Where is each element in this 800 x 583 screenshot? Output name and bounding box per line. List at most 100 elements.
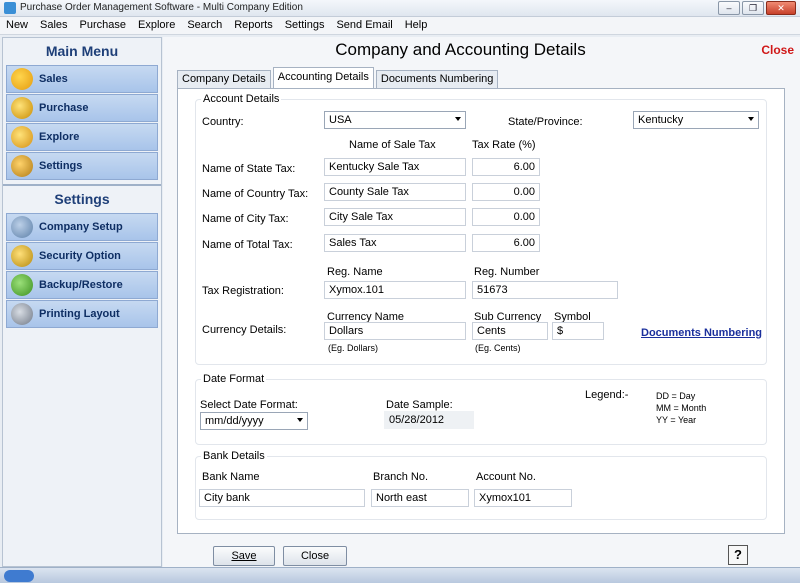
symbol-input[interactable]: $: [552, 322, 604, 340]
bank-details-group: [195, 456, 767, 520]
tax-rate-header: Tax Rate (%): [472, 139, 536, 151]
bank-name-input[interactable]: City bank: [199, 489, 365, 507]
tab-documents-numbering[interactable]: Documents Numbering: [375, 70, 499, 88]
state-tax-label: Name of State Tax:: [202, 163, 296, 175]
main-menu-title: Main Menu: [45, 43, 119, 59]
country-tax-label: Name of Country Tax:: [202, 188, 309, 200]
start-button[interactable]: [4, 570, 34, 582]
sidebar-item-label: Printing Layout: [39, 308, 120, 320]
state-value: Kentucky: [638, 114, 684, 126]
sub-currency-input[interactable]: Cents: [472, 322, 548, 340]
reg-number-input[interactable]: 51673: [472, 281, 618, 299]
date-sample-label: Date Sample:: [386, 399, 453, 411]
sidebar-item-company-setup[interactable]: Company Setup: [6, 213, 158, 241]
chevron-down-icon: [297, 418, 303, 422]
tax-registration-label: Tax Registration:: [202, 285, 284, 297]
date-format-title: Date Format: [201, 373, 267, 385]
chevron-down-icon: [455, 117, 461, 121]
menu-new[interactable]: New: [0, 17, 34, 34]
gear-icon: [11, 155, 33, 177]
reg-name-input[interactable]: Xymox.101: [324, 281, 466, 299]
currency-details-label: Currency Details:: [202, 324, 287, 336]
sidebar-item-label: Security Option: [39, 250, 121, 262]
accounting-panel: Account Details Country: USA State/Provi…: [177, 88, 785, 534]
save-button[interactable]: Save: [213, 546, 275, 566]
branch-no-label: Branch No.: [373, 471, 429, 483]
branch-no-input[interactable]: North east: [371, 489, 469, 507]
country-select[interactable]: USA: [324, 111, 466, 129]
chart-icon: [11, 68, 33, 90]
taskbar: [0, 567, 800, 583]
sidebar-item-label: Explore: [39, 131, 80, 143]
sidebar-item-backup-restore[interactable]: Backup/Restore: [6, 271, 158, 299]
sub-currency-hint: (Eg. Cents): [475, 343, 521, 353]
sidebar-item-label: Backup/Restore: [39, 279, 123, 291]
sidebar-item-settings[interactable]: Settings: [6, 152, 158, 180]
bank-name-label: Bank Name: [202, 471, 260, 483]
help-icon[interactable]: ?: [728, 545, 748, 565]
sidebar-item-printing-layout[interactable]: Printing Layout: [6, 300, 158, 328]
state-tax-name-input[interactable]: Kentucky Sale Tax: [324, 158, 466, 176]
total-tax-rate-input[interactable]: 6.00: [472, 234, 540, 252]
menu-search[interactable]: Search: [181, 17, 228, 34]
select-date-format-label: Select Date Format:: [200, 399, 298, 411]
account-no-label: Account No.: [476, 471, 536, 483]
legend-label: Legend:-: [585, 389, 629, 401]
country-value: USA: [329, 114, 352, 126]
reg-name-header: Reg. Name: [327, 266, 383, 278]
country-label: Country:: [202, 116, 244, 128]
coins-icon: [11, 97, 33, 119]
menu-purchase[interactable]: Purchase: [74, 17, 132, 34]
lock-icon: [11, 245, 33, 267]
sale-tax-name-header: Name of Sale Tax: [349, 139, 436, 151]
menu-explore[interactable]: Explore: [132, 17, 181, 34]
printer-icon: [11, 303, 33, 325]
tab-accounting-details[interactable]: Accounting Details: [272, 67, 374, 88]
sidebar-item-sales[interactable]: Sales: [6, 65, 158, 93]
page-title: Company and Accounting Details: [335, 40, 586, 59]
sidebar-item-explore[interactable]: Explore: [6, 123, 158, 151]
sidebar-item-label: Purchase: [39, 102, 89, 114]
documents-numbering-link[interactable]: Documents Numbering: [641, 327, 762, 339]
bank-details-title: Bank Details: [201, 450, 267, 462]
tab-company-details[interactable]: Company Details: [177, 70, 271, 88]
sidebar-item-security-option[interactable]: Security Option: [6, 242, 158, 270]
minimize-button[interactable]: –: [718, 1, 740, 15]
city-tax-label: Name of City Tax:: [202, 213, 289, 225]
country-tax-name-input[interactable]: County Sale Tax: [324, 183, 466, 201]
state-label: State/Province:: [508, 116, 583, 128]
state-select[interactable]: Kentucky: [633, 111, 759, 129]
explore-icon: [11, 126, 33, 148]
title-bar: Purchase Order Management Software - Mul…: [0, 0, 800, 17]
sidebar-item-purchase[interactable]: Purchase: [6, 94, 158, 122]
menu-reports[interactable]: Reports: [228, 17, 279, 34]
maximize-button[interactable]: ❐: [742, 1, 764, 15]
currency-name-input[interactable]: Dollars: [324, 322, 466, 340]
window-close-button[interactable]: ✕: [766, 1, 796, 15]
window-title: Purchase Order Management Software - Mul…: [20, 2, 303, 13]
city-tax-rate-input[interactable]: 0.00: [472, 208, 540, 226]
backup-icon: [11, 274, 33, 296]
menu-help[interactable]: Help: [399, 17, 434, 34]
tab-bar: Company Details Accounting Details Docum…: [177, 67, 500, 88]
company-icon: [11, 216, 33, 238]
state-tax-rate-input[interactable]: 6.00: [472, 158, 540, 176]
menu-bar: New Sales Purchase Explore Search Report…: [0, 17, 800, 35]
account-no-input[interactable]: Xymox101: [474, 489, 572, 507]
city-tax-name-input[interactable]: City Sale Tax: [324, 208, 466, 226]
country-tax-rate-input[interactable]: 0.00: [472, 183, 540, 201]
menu-settings[interactable]: Settings: [279, 17, 331, 34]
sidebar: Main Menu Sales Purchase Explore Setting…: [2, 37, 162, 567]
sidebar-item-label: Company Setup: [39, 221, 123, 233]
total-tax-name-input[interactable]: Sales Tax: [324, 234, 466, 252]
close-link[interactable]: Close: [761, 43, 794, 57]
menu-sales[interactable]: Sales: [34, 17, 74, 34]
account-details-title: Account Details: [201, 93, 282, 105]
date-sample-value: 05/28/2012: [384, 411, 474, 429]
menu-send-email[interactable]: Send Email: [330, 17, 398, 34]
close-button[interactable]: Close: [283, 546, 347, 566]
sidebar-item-label: Sales: [39, 73, 68, 85]
currency-hint: (Eg. Dollars): [328, 343, 379, 353]
legend-day: DD = Day: [656, 391, 696, 401]
date-format-select[interactable]: mm/dd/yyyy: [200, 412, 308, 430]
